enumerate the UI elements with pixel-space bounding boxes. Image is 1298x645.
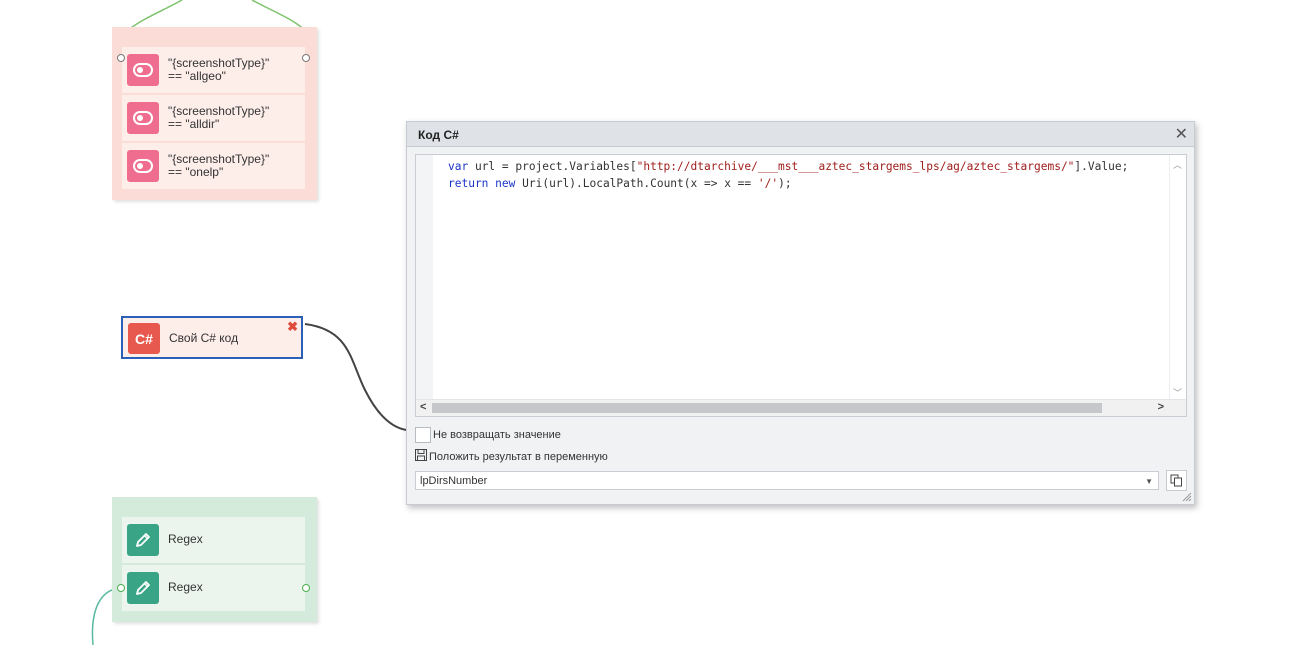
code-line-1: var url = project.Variables["http://dtar… — [448, 160, 1129, 173]
no-return-checkbox[interactable] — [415, 427, 431, 443]
csharp-code-node[interactable]: C# Свой C# код ✖ — [121, 316, 303, 359]
code-editor[interactable]: var url = project.Variables["http://dtar… — [415, 154, 1187, 417]
editor-gutter — [416, 155, 433, 402]
toggle-icon — [127, 150, 159, 182]
scroll-right-icon[interactable]: > — [1158, 401, 1164, 413]
condition-row-allgeo[interactable]: "{screenshotType}" == "allgeo" — [122, 47, 305, 93]
regex-row[interactable]: Regex — [122, 565, 305, 611]
scroll-down-icon[interactable]: ﹀ — [1173, 386, 1182, 399]
pencil-icon — [127, 524, 159, 556]
dialog-titlebar[interactable]: Код C# ✕ — [407, 122, 1194, 147]
conditions-group[interactable]: "{screenshotType}" == "allgeo" "{screens… — [112, 27, 317, 200]
condition-row-alldir[interactable]: "{screenshotType}" == "alldir" — [122, 95, 305, 141]
resize-grip-icon[interactable] — [1180, 490, 1192, 502]
floppy-disk-icon — [415, 449, 427, 461]
horizontal-scrollbar[interactable]: < > — [416, 399, 1186, 416]
scroll-left-icon[interactable]: < — [420, 401, 426, 413]
delete-node-icon[interactable]: ✖ — [287, 319, 298, 335]
input-port[interactable] — [117, 584, 125, 592]
regex-row[interactable]: Regex — [122, 517, 305, 563]
copy-icon — [1170, 474, 1182, 487]
regex-label: Regex — [168, 580, 203, 594]
vertical-scrollbar[interactable]: ︿ ﹀ — [1169, 155, 1186, 402]
code-text[interactable]: var url = project.Variables["http://dtar… — [448, 158, 1128, 192]
copy-button[interactable] — [1166, 470, 1187, 491]
regex-label: Regex — [168, 532, 203, 546]
output-port[interactable] — [302, 54, 310, 62]
wire-csharp-out — [304, 323, 407, 431]
save-result-label: Положить результат в переменную — [429, 451, 608, 463]
input-port[interactable] — [117, 54, 125, 62]
condition-text: "{screenshotType}" == "allgeo" — [168, 56, 270, 83]
no-return-label: Не возвращать значение — [433, 429, 561, 441]
toggle-icon — [127, 102, 159, 134]
csharp-icon: C# — [128, 323, 160, 354]
close-icon[interactable]: ✕ — [1175, 124, 1188, 144]
condition-text: "{screenshotType}" == "onelp" — [168, 152, 270, 179]
condition-text: "{screenshotType}" == "alldir" — [168, 104, 270, 131]
chevron-down-icon[interactable]: ▼ — [1145, 477, 1153, 486]
toggle-icon — [127, 54, 159, 86]
scroll-up-icon[interactable]: ︿ — [1173, 158, 1182, 171]
code-line-2: return new Uri(url).LocalPath.Count(x =>… — [448, 177, 792, 190]
condition-row-onelp[interactable]: "{screenshotType}" == "onelp" — [122, 143, 305, 189]
csharp-code-dialog[interactable]: Код C# ✕ var url = project.Variables["ht… — [406, 121, 1195, 505]
dialog-title: Код C# — [418, 128, 459, 142]
output-port[interactable] — [302, 584, 310, 592]
variable-select[interactable]: lpDirsNumber ▼ — [415, 471, 1159, 490]
regex-group[interactable]: Regex Regex — [112, 497, 317, 622]
csharp-node-label: Свой C# код — [169, 331, 239, 345]
pencil-icon — [127, 572, 159, 604]
scrollbar-thumb[interactable] — [432, 403, 1102, 413]
variable-select-value: lpDirsNumber — [420, 475, 488, 487]
